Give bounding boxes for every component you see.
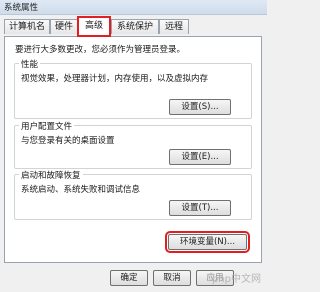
tab-computer-name[interactable]: 计算机名 (4, 19, 50, 34)
startup-recovery-desc: 系统启动、系统失败和调试信息 (21, 185, 141, 195)
watermark-text: php中文网 (211, 274, 261, 285)
ok-button[interactable]: 确定 (110, 270, 148, 286)
user-profiles-settings-button[interactable]: 设置(E)... (169, 149, 231, 165)
performance-group: 性能 视觉效果，处理器计划，内存使用，以及虚拟内存 设置(S)... (14, 58, 252, 119)
title-bar: 系统属性 (0, 0, 267, 15)
startup-recovery-settings-button[interactable]: 设置(T)... (169, 200, 231, 216)
environment-variables-button[interactable]: 环境变量(N)... (165, 231, 250, 253)
tab-advanced[interactable]: 高级 (77, 16, 111, 37)
tab-hardware[interactable]: 硬件 (50, 19, 78, 34)
tab-strip: 计算机名 硬件 高级 系统保护 远程 (0, 14, 267, 37)
window-title: 系统属性 (4, 3, 39, 13)
tab-system-protection[interactable]: 系统保护 (111, 19, 159, 34)
user-profiles-group: 用户配置文件 与您登录有关的桌面设置 设置(E)... (14, 120, 252, 169)
performance-title: 性能 (19, 58, 41, 70)
user-profiles-desc: 与您登录有关的桌面设置 (21, 136, 115, 146)
advanced-panel: 要进行大多数更改，您必须作为管理员登录。 性能 视觉效果，处理器计划，内存使用，… (4, 36, 262, 263)
admin-notice: 要进行大多数更改，您必须作为管理员登录。 (15, 45, 186, 55)
startup-recovery-title: 启动和故障恢复 (19, 169, 83, 181)
tab-remote[interactable]: 远程 (159, 19, 189, 34)
user-profiles-title: 用户配置文件 (19, 120, 75, 132)
performance-settings-button[interactable]: 设置(S)... (169, 99, 231, 115)
startup-recovery-group: 启动和故障恢复 系统启动、系统失败和调试信息 设置(T)... (14, 169, 252, 220)
cancel-button[interactable]: 取消 (153, 270, 191, 286)
performance-desc: 视觉效果，处理器计划，内存使用，以及虚拟内存 (21, 74, 209, 84)
